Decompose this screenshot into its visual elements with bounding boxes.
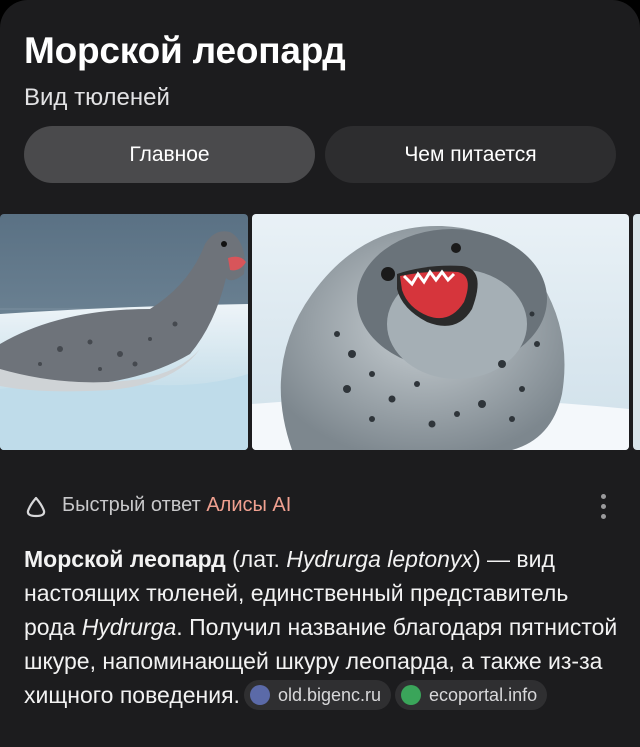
more-options-icon[interactable] <box>598 492 608 520</box>
leaf-icon <box>401 684 422 705</box>
source-label: old.bigenc.ru <box>277 684 382 705</box>
answer-text: Морской леопард (лат. Hydrurga leptonyx)… <box>24 542 624 712</box>
source-chip-bigenc[interactable]: old.bigenc.ru <box>243 679 392 710</box>
answer-bold-name: Морской леопард <box>24 546 226 572</box>
alice-label-prefix: Быстрый ответ <box>62 494 201 516</box>
page-subtitle: Вид тюленей <box>24 84 170 111</box>
image-gallery[interactable] <box>0 214 640 452</box>
gallery-image-3-partial[interactable] <box>633 214 640 450</box>
tab-main[interactable]: Главное <box>24 126 315 183</box>
page-title: Морской леопард <box>24 30 346 71</box>
answer-part1: (лат. <box>225 546 287 572</box>
source-chip-ecoportal[interactable]: ecoportal.info <box>395 679 548 710</box>
knowledge-card: Морской леопард Вид тюленей Главное Чем … <box>0 0 640 747</box>
alice-label-accent: Алисы AI <box>206 494 292 516</box>
source-label: ecoportal.info <box>429 684 538 705</box>
gallery-image-1[interactable] <box>0 214 248 450</box>
tab-diet[interactable]: Чем питается <box>325 126 616 183</box>
answer-latin-name: Hydrurga leptonyx <box>286 546 473 572</box>
tab-bar: Главное Чем питается <box>24 126 616 183</box>
gallery-image-2[interactable] <box>252 214 629 450</box>
alice-answer-header: Быстрый ответ Алисы AI <box>24 492 616 520</box>
answer-genus: Hydrurga <box>81 614 177 640</box>
alice-icon <box>26 496 46 518</box>
bigenc-icon <box>249 684 270 705</box>
alice-label: Быстрый ответ Алисы AI <box>62 494 291 517</box>
